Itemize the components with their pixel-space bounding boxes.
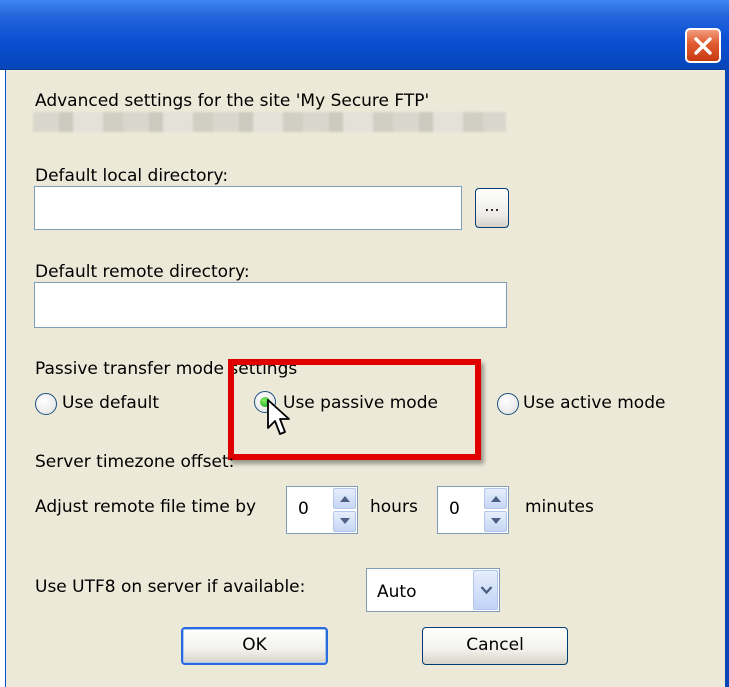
hours-value[interactable]: 0 (298, 499, 309, 519)
minutes-label: minutes (525, 497, 594, 517)
arrow-up-icon (491, 496, 501, 502)
local-directory-label: Default local directory: (35, 166, 229, 186)
mouse-pointer-icon (267, 399, 290, 435)
chevron-down-icon (480, 586, 493, 595)
remote-directory-label: Default remote directory: (35, 262, 250, 282)
hours-spinner-buttons (333, 488, 356, 532)
radio-use-default[interactable] (35, 393, 57, 415)
arrow-up-icon (340, 496, 350, 502)
close-button[interactable] (685, 28, 721, 63)
utf8-selected-value[interactable]: Auto (377, 582, 416, 602)
ok-button[interactable]: OK (181, 627, 328, 665)
adjust-time-label: Adjust remote file time by (35, 497, 257, 517)
utf8-dropdown-button[interactable] (473, 570, 498, 610)
utf8-select[interactable]: Auto (366, 568, 500, 612)
site-settings-heading: Advanced settings for the site 'My Secur… (35, 91, 430, 111)
minutes-increment-button[interactable] (484, 488, 507, 509)
hours-label: hours (370, 497, 418, 517)
utf8-label: Use UTF8 on server if available: (35, 577, 306, 597)
minutes-value[interactable]: 0 (449, 499, 460, 519)
local-directory-input[interactable] (34, 186, 462, 230)
minutes-spinner-buttons (484, 488, 507, 532)
remote-directory-input[interactable] (34, 282, 507, 328)
hours-spinner[interactable]: 0 (286, 486, 358, 534)
minutes-spinner[interactable]: 0 (437, 486, 509, 534)
minutes-decrement-button[interactable] (484, 511, 507, 532)
cancel-button[interactable]: Cancel (422, 627, 568, 665)
title-bar (0, 0, 729, 70)
radio-use-default-label[interactable]: Use default (62, 393, 159, 413)
arrow-down-icon (491, 518, 501, 524)
arrow-down-icon (340, 518, 350, 524)
radio-use-active-mode-label[interactable]: Use active mode (523, 393, 665, 413)
hours-increment-button[interactable] (333, 488, 356, 509)
close-icon (694, 37, 712, 55)
radio-use-active-mode[interactable] (497, 393, 519, 415)
timezone-offset-label: Server timezone offset: (35, 452, 235, 472)
window-frame-right (725, 69, 729, 687)
hours-decrement-button[interactable] (333, 511, 356, 532)
redacted-text (33, 112, 506, 132)
browse-local-directory-button[interactable]: ... (475, 188, 509, 228)
